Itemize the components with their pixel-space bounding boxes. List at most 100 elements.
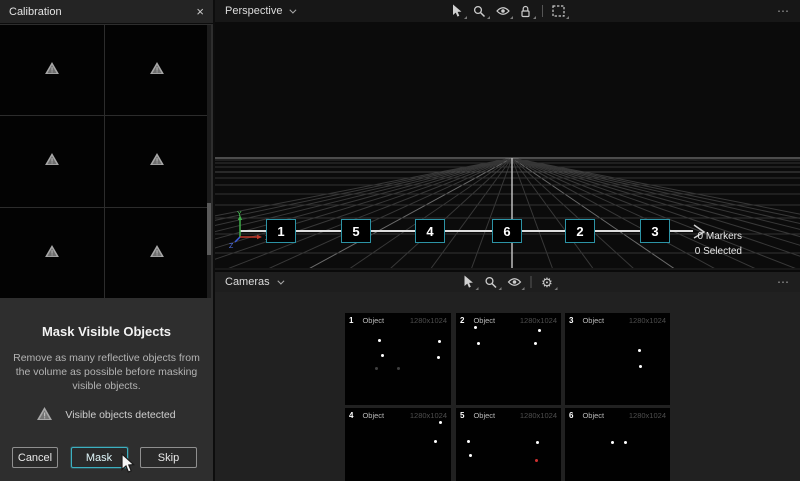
tracked-marker-dot — [638, 349, 641, 352]
tracked-marker-dot-red — [535, 459, 538, 462]
camera-view-header: 1Object1280x1024 — [345, 313, 451, 325]
camera-mode-label: Object — [362, 316, 384, 325]
visibility-icon[interactable] — [496, 4, 510, 18]
tracked-marker-dot — [439, 421, 442, 424]
camera-view-2[interactable]: 2 Object 1280x1024 — [456, 313, 561, 405]
select-icon[interactable] — [450, 4, 464, 18]
markers-count: 0 Markers — [695, 229, 742, 244]
selected-count: 0 Selected — [695, 244, 742, 259]
perspective-toolbar — [450, 0, 566, 22]
camera-mode-label: Object — [473, 316, 495, 325]
section-title: Mask Visible Objects — [0, 324, 213, 339]
warning-triangle-icon — [150, 61, 164, 79]
camera-number: 5 — [460, 411, 464, 420]
toolbar-separator — [542, 5, 543, 17]
svg-text:Y: Y — [237, 211, 242, 218]
marker-square-1[interactable]: 1 — [266, 219, 296, 243]
warning-triangle-icon — [45, 61, 59, 79]
camera-resolution: 1280x1024 — [520, 411, 557, 420]
tracked-marker-dot — [397, 367, 400, 370]
tracked-marker-dot — [434, 440, 437, 443]
button-row: Cancel Mask Skip — [12, 447, 197, 468]
chevron-down-icon — [290, 6, 297, 13]
more-menu-icon[interactable]: ⋯ — [777, 0, 790, 22]
zoom-icon[interactable] — [484, 275, 498, 289]
camera-number: 2 — [460, 316, 464, 325]
camera-view-1[interactable]: 1Object1280x1024 — [345, 313, 451, 405]
chevron-down-icon — [277, 277, 284, 284]
camera-view-3[interactable]: 3 Object 1280x1024 — [565, 313, 670, 405]
camera-view-6[interactable]: 6Object1280x1024 — [565, 408, 670, 481]
tracked-marker-dot — [611, 441, 614, 444]
camera-number: 3 — [569, 316, 573, 325]
settings-icon[interactable]: ⚙ — [540, 275, 554, 289]
camera-number: 1 — [349, 316, 353, 325]
skip-button[interactable]: Skip — [140, 447, 197, 468]
warning-row: Visible objects detected — [0, 407, 213, 423]
tracked-marker-dot — [469, 454, 472, 457]
warning-triangle-icon — [150, 152, 164, 170]
scrollbar[interactable] — [207, 25, 211, 298]
close-icon[interactable]: × — [196, 5, 204, 18]
calibration-camera-cell[interactable] — [105, 116, 209, 206]
rect-select-icon[interactable] — [552, 4, 566, 18]
camera-mode-label: Object — [362, 411, 384, 420]
tracked-marker-dot — [437, 356, 440, 359]
main-area: Perspective ⋯ Y X Z 154623 0 Markers 0 S… — [215, 0, 800, 481]
perspective-header: Perspective ⋯ — [215, 0, 800, 22]
camera-view-5[interactable]: 5 Object 1280x1024 — [456, 408, 561, 481]
select-icon[interactable] — [461, 275, 475, 289]
perspective-viewport[interactable]: Y X Z 154623 0 Markers 0 Selected — [215, 22, 800, 268]
camera-resolution: 1280x1024 — [410, 411, 447, 420]
warning-triangle-icon — [45, 244, 59, 262]
camera-grid: 1 Object 1280x1024 2 Object 1280x1024 3 Object 1… — [215, 292, 800, 481]
tracked-marker-dot — [624, 441, 627, 444]
tracked-marker-dot — [381, 354, 384, 357]
calibration-camera-cell[interactable] — [0, 25, 104, 115]
camera-mode-label: Object — [473, 411, 495, 420]
visibility-icon[interactable] — [507, 275, 521, 289]
cameras-panel: Cameras ⚙ ⋯ 1 Object 1280x1024 2 Object 1280x… — [215, 270, 800, 481]
camera-view-header: 5 Object 1280x1024 — [456, 408, 561, 420]
perspective-title: Perspective — [225, 5, 282, 17]
cameras-toolbar: ⚙ — [461, 272, 554, 292]
warning-triangle-icon — [45, 152, 59, 170]
calibration-camera-cell[interactable] — [0, 116, 104, 206]
viewport-status: 0 Markers 0 Selected — [695, 229, 742, 259]
calibration-camera-grid — [0, 25, 209, 298]
camera-resolution: 1280x1024 — [629, 316, 666, 325]
calibration-camera-cell[interactable] — [105, 25, 209, 115]
camera-view-4[interactable]: 4 Object 1280x1024 — [345, 408, 451, 481]
marker-square-5[interactable]: 5 — [341, 219, 371, 243]
camera-view-header: 3 Object 1280x1024 — [565, 313, 670, 325]
lock-icon[interactable] — [519, 4, 533, 18]
more-menu-icon[interactable]: ⋯ — [777, 272, 790, 292]
perspective-view-selector[interactable]: Perspective — [225, 5, 294, 17]
camera-resolution: 1280x1024 — [629, 411, 666, 420]
cancel-button[interactable]: Cancel — [12, 447, 58, 468]
camera-resolution: 1280x1024 — [520, 316, 557, 325]
camera-number: 4 — [349, 411, 353, 420]
marker-square-4[interactable]: 4 — [415, 219, 445, 243]
tracked-marker-dot — [474, 326, 477, 329]
tracked-marker-dot — [538, 329, 541, 332]
zoom-icon[interactable] — [473, 4, 487, 18]
toolbar-separator — [530, 276, 531, 288]
cameras-view-selector[interactable]: Cameras — [225, 276, 282, 288]
marker-square-6[interactable]: 6 — [492, 219, 522, 243]
svg-text:Z: Z — [229, 243, 234, 250]
marker-square-2[interactable]: 2 — [565, 219, 595, 243]
camera-number: 6 — [569, 411, 573, 420]
tracked-marker-dot — [378, 339, 381, 342]
section-description: Remove as many reflective objects from t… — [10, 351, 203, 393]
warning-text: Visible objects detected — [65, 409, 175, 421]
scrollbar-thumb[interactable] — [207, 203, 211, 255]
calibration-camera-cell[interactable] — [105, 208, 209, 298]
camera-mode-label: Object — [582, 316, 604, 325]
tracked-marker-dot — [477, 342, 480, 345]
gear-icon: ⚙ — [541, 276, 553, 289]
calibration-camera-cell[interactable] — [0, 208, 104, 298]
warning-triangle-icon — [37, 407, 52, 423]
marker-square-3[interactable]: 3 — [640, 219, 670, 243]
calibration-header: Calibration × — [0, 0, 213, 24]
